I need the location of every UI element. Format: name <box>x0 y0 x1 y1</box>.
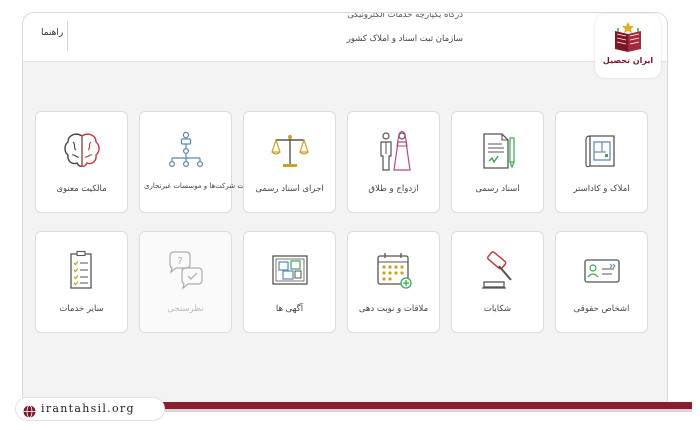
svg-text:?: ? <box>177 256 182 267</box>
tile-label: ازدواج و طلاق <box>368 184 419 194</box>
tile-official-deeds-enforcement[interactable]: اجرای اسناد رسمی <box>243 111 336 213</box>
tile-label: شکایات <box>483 304 512 314</box>
tile-label: ملاقات و نوبت دهی <box>358 304 429 314</box>
tile-other-services[interactable]: سایر خدمات <box>35 231 128 333</box>
site-url-badge[interactable]: irantahsil.org <box>15 397 165 421</box>
tile-notices[interactable]: آگهی ها <box>243 231 336 333</box>
scales-icon <box>270 130 310 176</box>
globe-icon <box>23 403 36 422</box>
tile-label: اسناد رسمی <box>475 184 520 194</box>
tile-label: آگهی ها <box>275 304 304 314</box>
calendar-icon <box>374 250 414 296</box>
tile-complaints[interactable]: شکایات <box>451 231 544 333</box>
site-url: irantahsil.org <box>41 402 135 415</box>
notice-board-icon <box>270 250 310 296</box>
tile-appointments[interactable]: ملاقات و نوبت دهی <box>347 231 440 333</box>
tile-label: اشخاص حقوقی <box>573 304 630 314</box>
document-pen-icon <box>478 130 518 176</box>
organization-title: سازمان ثبت اسناد و املاک کشور <box>346 34 463 44</box>
checklist-icon <box>62 250 102 296</box>
tile-legal-entities[interactable]: اشخاص حقوقی <box>555 231 648 333</box>
tile-label: ثبت شرکت‌ها و موسسات غیرتجاری <box>144 182 249 190</box>
help-link[interactable]: راهنما <box>41 28 63 38</box>
tile-label: نظرسنجی <box>167 304 204 314</box>
tile-label: سایر خدمات <box>59 304 104 314</box>
book-logo-icon <box>613 20 643 58</box>
tile-survey[interactable]: ? نظرسنجی <box>139 231 232 333</box>
brain-icon <box>62 130 102 176</box>
tile-official-documents[interactable]: اسناد رسمی <box>451 111 544 213</box>
tile-intellectual-property[interactable]: مالکیت معنوی <box>35 111 128 213</box>
org-chart-icon <box>166 130 206 176</box>
tile-real-estate-cadastre[interactable]: املاک و کاداستر <box>555 111 648 213</box>
footer-grey-stripe <box>150 409 692 412</box>
couple-icon <box>374 130 414 178</box>
gavel-icon <box>478 250 518 296</box>
tile-company-registration[interactable]: ثبت شرکت‌ها و موسسات غیرتجاری <box>139 111 249 213</box>
app-window: راهنما درگاه یکپارچه خدمات الکترونیکی سا… <box>22 12 668 412</box>
top-header: راهنما درگاه یکپارچه خدمات الکترونیکی سا… <box>23 13 667 62</box>
blueprint-icon <box>582 130 622 176</box>
header-divider <box>67 21 68 51</box>
id-card-icon <box>582 250 622 296</box>
footer-red-stripe <box>150 402 692 409</box>
portal-title: درگاه یکپارچه خدمات الکترونیکی <box>347 12 463 20</box>
tile-label: املاک و کاداستر <box>573 184 630 194</box>
brand-logo-badge: ایران تحصیل <box>595 14 661 78</box>
brand-name: ایران تحصیل <box>602 56 654 65</box>
survey-bubbles-icon: ? <box>166 250 206 296</box>
tile-marriage-divorce[interactable]: ازدواج و طلاق <box>347 111 440 213</box>
tile-label: اجرای اسناد رسمی <box>255 184 324 194</box>
tile-label: مالکیت معنوی <box>56 184 107 194</box>
